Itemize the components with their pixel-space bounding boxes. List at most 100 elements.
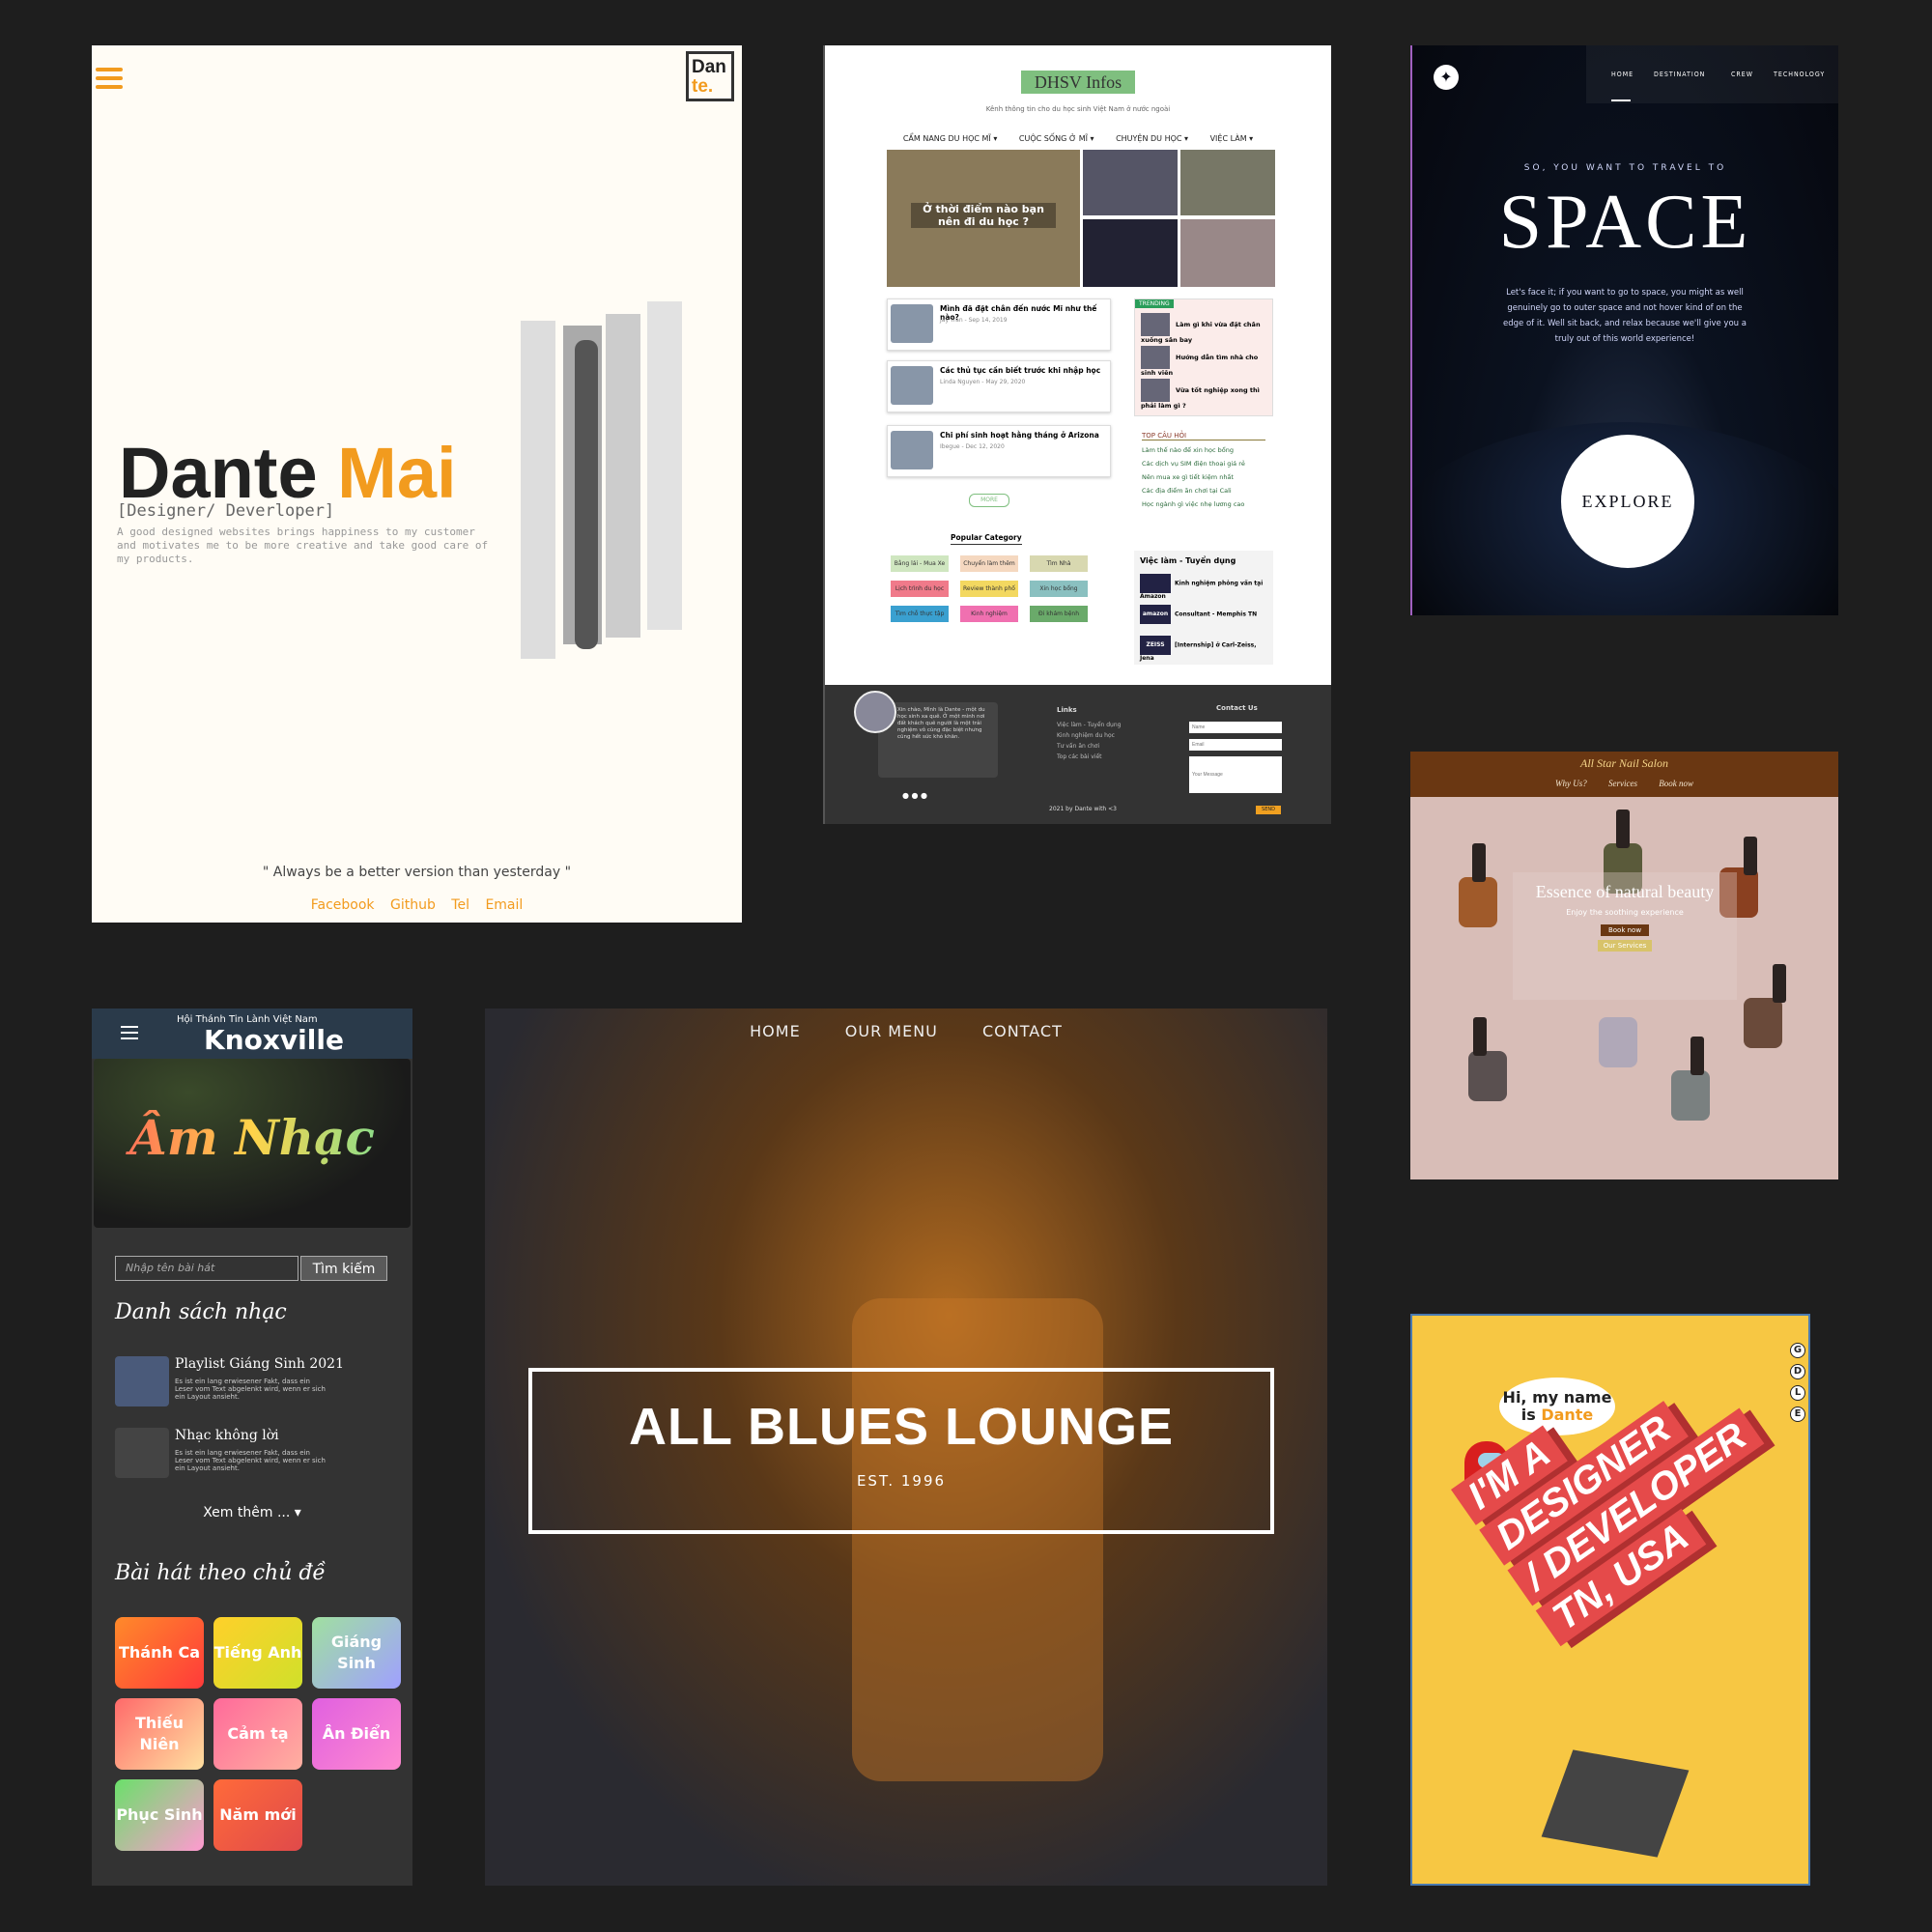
faq-item[interactable]: Làm thế nào để xin học bổng	[1142, 446, 1265, 454]
playlist-item[interactable]: Nhạc không lời Es ist ein lang erwiesene…	[115, 1428, 395, 1482]
nav-item[interactable]: CUỘC SỐNG Ở MĨ ▾	[1019, 134, 1094, 143]
designer-poster-card[interactable]: Hi, my name is Dante G D L E I'M A DESIGN…	[1410, 1314, 1810, 1886]
category-tag[interactable]: Lịch trình du học	[891, 581, 949, 597]
topic-tile[interactable]: Giáng Sinh	[312, 1617, 401, 1689]
topic-tile[interactable]: Năm mới	[213, 1779, 302, 1851]
footer-link[interactable]: Tư vấn ăn chơi	[1057, 741, 1121, 752]
our-services-button[interactable]: Our Services	[1598, 940, 1652, 952]
topic-tile[interactable]: Ân Điển	[312, 1698, 401, 1770]
footer-link[interactable]: Việc làm - Tuyển dụng	[1057, 720, 1121, 730]
hamburger-menu-icon[interactable]	[121, 1022, 138, 1043]
space-card[interactable]: ✦ HOME DESTINATION CREW TECHNOLOGY SO, Y…	[1410, 45, 1838, 615]
category-tag[interactable]: Tìm chỗ thực tập	[891, 606, 949, 622]
post-card[interactable]: Các thủ tục cần biết trước khi nhập học L…	[887, 360, 1111, 412]
email-field[interactable]	[1189, 739, 1282, 751]
church-music-card[interactable]: Hội Thánh Tin Lành Việt Nam Knoxville Âm…	[92, 1009, 412, 1886]
send-button[interactable]: SEND	[1256, 806, 1281, 814]
job-item[interactable]: Kinh nghiệm phỏng vấn tại Amazon	[1140, 574, 1265, 600]
facebook-link[interactable]: Facebook	[311, 897, 375, 913]
post-card[interactable]: Mình đã đặt chân đến nước Mĩ như thế nào…	[887, 298, 1111, 351]
explore-button[interactable]: EXPLORE	[1561, 435, 1694, 568]
playlist-item[interactable]: Playlist Giáng Sinh 2021 Es ist ein lang…	[115, 1356, 395, 1410]
trending-panel: TRENDING Làm gì khi vừa đặt chân xuống s…	[1134, 298, 1273, 416]
category-tag[interactable]: Kinh nghiệm	[960, 606, 1018, 622]
song-search-input[interactable]: Nhập tên bài hát	[115, 1256, 298, 1281]
side-nav-dot[interactable]: D	[1790, 1364, 1805, 1379]
avatar	[854, 691, 896, 733]
topic-tile[interactable]: Phục Sinh	[115, 1779, 204, 1851]
category-tag[interactable]: Xin học bổng	[1030, 581, 1088, 597]
job-item[interactable]: ZEISS [Internship] ở Carl-Zeiss, Jena	[1140, 636, 1265, 662]
nav-destination[interactable]: DESTINATION	[1654, 71, 1705, 78]
nav-contact[interactable]: CONTACT	[982, 1022, 1063, 1040]
job-item[interactable]: amazon Consultant - Memphis TN	[1140, 605, 1265, 624]
faq-item[interactable]: Học ngành gì việc nhẹ lương cao	[1142, 500, 1265, 508]
nav-home[interactable]: HOME	[750, 1022, 801, 1040]
nav-book-now[interactable]: Book now	[1659, 779, 1693, 788]
footer-link[interactable]: Kinh nghiệm du học	[1057, 730, 1121, 741]
hamburger-menu-icon[interactable]	[96, 63, 123, 94]
search-button[interactable]: Tìm kiếm	[300, 1256, 387, 1281]
side-nav-dot[interactable]: L	[1790, 1385, 1805, 1401]
social-links: Facebook Github Tel Email	[92, 897, 742, 913]
category-tag[interactable]: Đi khám bệnh	[1030, 606, 1088, 622]
nav-item[interactable]: CẨM NANG DU HỌC MĨ ▾	[903, 134, 998, 143]
topic-tile[interactable]: Tiếng Anh	[213, 1617, 302, 1689]
topic-tile[interactable]: Thánh Ca	[115, 1617, 204, 1689]
message-field[interactable]	[1189, 756, 1282, 793]
salon-card[interactable]: All Star Nail Salon Why Us? Services Boo…	[1410, 752, 1838, 1179]
popular-category-title: Popular Category	[951, 533, 1022, 545]
category-tag[interactable]: Bằng lái - Mua Xe	[891, 555, 949, 572]
nav-menu[interactable]: OUR MENU	[845, 1022, 938, 1040]
book-now-button[interactable]: Book now	[1600, 924, 1650, 936]
article-thumb[interactable]	[1180, 219, 1275, 287]
nav-technology[interactable]: TECHNOLOGY	[1774, 71, 1825, 78]
nav-item[interactable]: VIỆC LÀM ▾	[1210, 134, 1254, 143]
faq-item[interactable]: Nên mua xe gì tiết kiệm nhất	[1142, 473, 1265, 481]
article-thumb[interactable]	[1083, 219, 1178, 287]
salon-brand[interactable]: All Star Nail Salon	[1410, 752, 1838, 771]
dhsv-card[interactable]: DHSV Infos Kênh thông tin cho du học sin…	[823, 45, 1331, 824]
nav-services[interactable]: Services	[1608, 779, 1637, 788]
see-more-button[interactable]: Xem thêm ... ▾	[92, 1505, 412, 1520]
trending-item[interactable]: Hướng dẫn tìm nhà cho sinh viên	[1141, 346, 1272, 377]
polish-bottle	[1744, 998, 1782, 1048]
side-nav-dot[interactable]: E	[1790, 1406, 1805, 1422]
trending-item[interactable]: Vừa tốt nghiệp xong thì phải làm gì ?	[1141, 379, 1272, 410]
polish-bottle	[1599, 1017, 1637, 1067]
github-link[interactable]: Github	[390, 897, 436, 913]
hero-image[interactable]: Ở thời điểm nào bạn nên đi du học ?	[887, 150, 1080, 287]
category-tag[interactable]: Review thành phố	[960, 581, 1018, 597]
name-field[interactable]	[1189, 722, 1282, 733]
nav-item[interactable]: CHUYỆN DU HỌC ▾	[1116, 134, 1188, 143]
topic-tile[interactable]: Thiếu Niên	[115, 1698, 204, 1770]
polish-bottle	[1671, 1070, 1710, 1121]
copyright: 2021 by Dante with <3	[1049, 806, 1117, 812]
category-tag[interactable]: Chuyến làm thêm	[960, 555, 1018, 572]
trending-item[interactable]: Làm gì khi vừa đặt chân xuống sân bay	[1141, 313, 1272, 344]
footer-link[interactable]: Top các bài viết	[1057, 752, 1121, 762]
space-title: SPACE	[1498, 180, 1752, 265]
nav-crew[interactable]: CREW	[1731, 71, 1753, 78]
email-link[interactable]: Email	[485, 897, 523, 913]
faq-item[interactable]: Các dịch vụ SIM điện thoại giá rẻ	[1142, 460, 1265, 468]
description-text: A good designed websites brings happines…	[117, 526, 489, 565]
social-icons[interactable]: ● ● ●	[902, 791, 927, 800]
faq-item[interactable]: Các địa điểm ăn chơi tại Cali	[1142, 487, 1265, 495]
post-card[interactable]: Chi phí sinh hoạt hằng tháng ở Arizona Ib…	[887, 425, 1111, 477]
star-logo-icon[interactable]: ✦	[1434, 65, 1459, 90]
lounge-card[interactable]: HOME OUR MENU CONTACT ALL BLUES LOUNGE E…	[485, 1009, 1327, 1886]
nav-home[interactable]: HOME	[1611, 71, 1634, 78]
article-thumb[interactable]	[1180, 150, 1275, 215]
portfolio-card[interactable]: Dan te. Dante Mai [Designer/ Deverloper] …	[92, 45, 742, 923]
more-button[interactable]: MORE	[969, 494, 1009, 507]
nav-why-us[interactable]: Why Us?	[1555, 779, 1587, 788]
playlist-thumb	[115, 1428, 169, 1478]
person-silhouette	[575, 340, 598, 649]
topic-tile[interactable]: Cảm tạ	[213, 1698, 302, 1770]
lounge-est: EST. 1996	[856, 1472, 947, 1490]
tel-link[interactable]: Tel	[451, 897, 469, 913]
category-tag[interactable]: Tìm Nhà	[1030, 555, 1088, 572]
article-thumb[interactable]	[1083, 150, 1178, 215]
side-nav-dot[interactable]: G	[1790, 1343, 1805, 1358]
